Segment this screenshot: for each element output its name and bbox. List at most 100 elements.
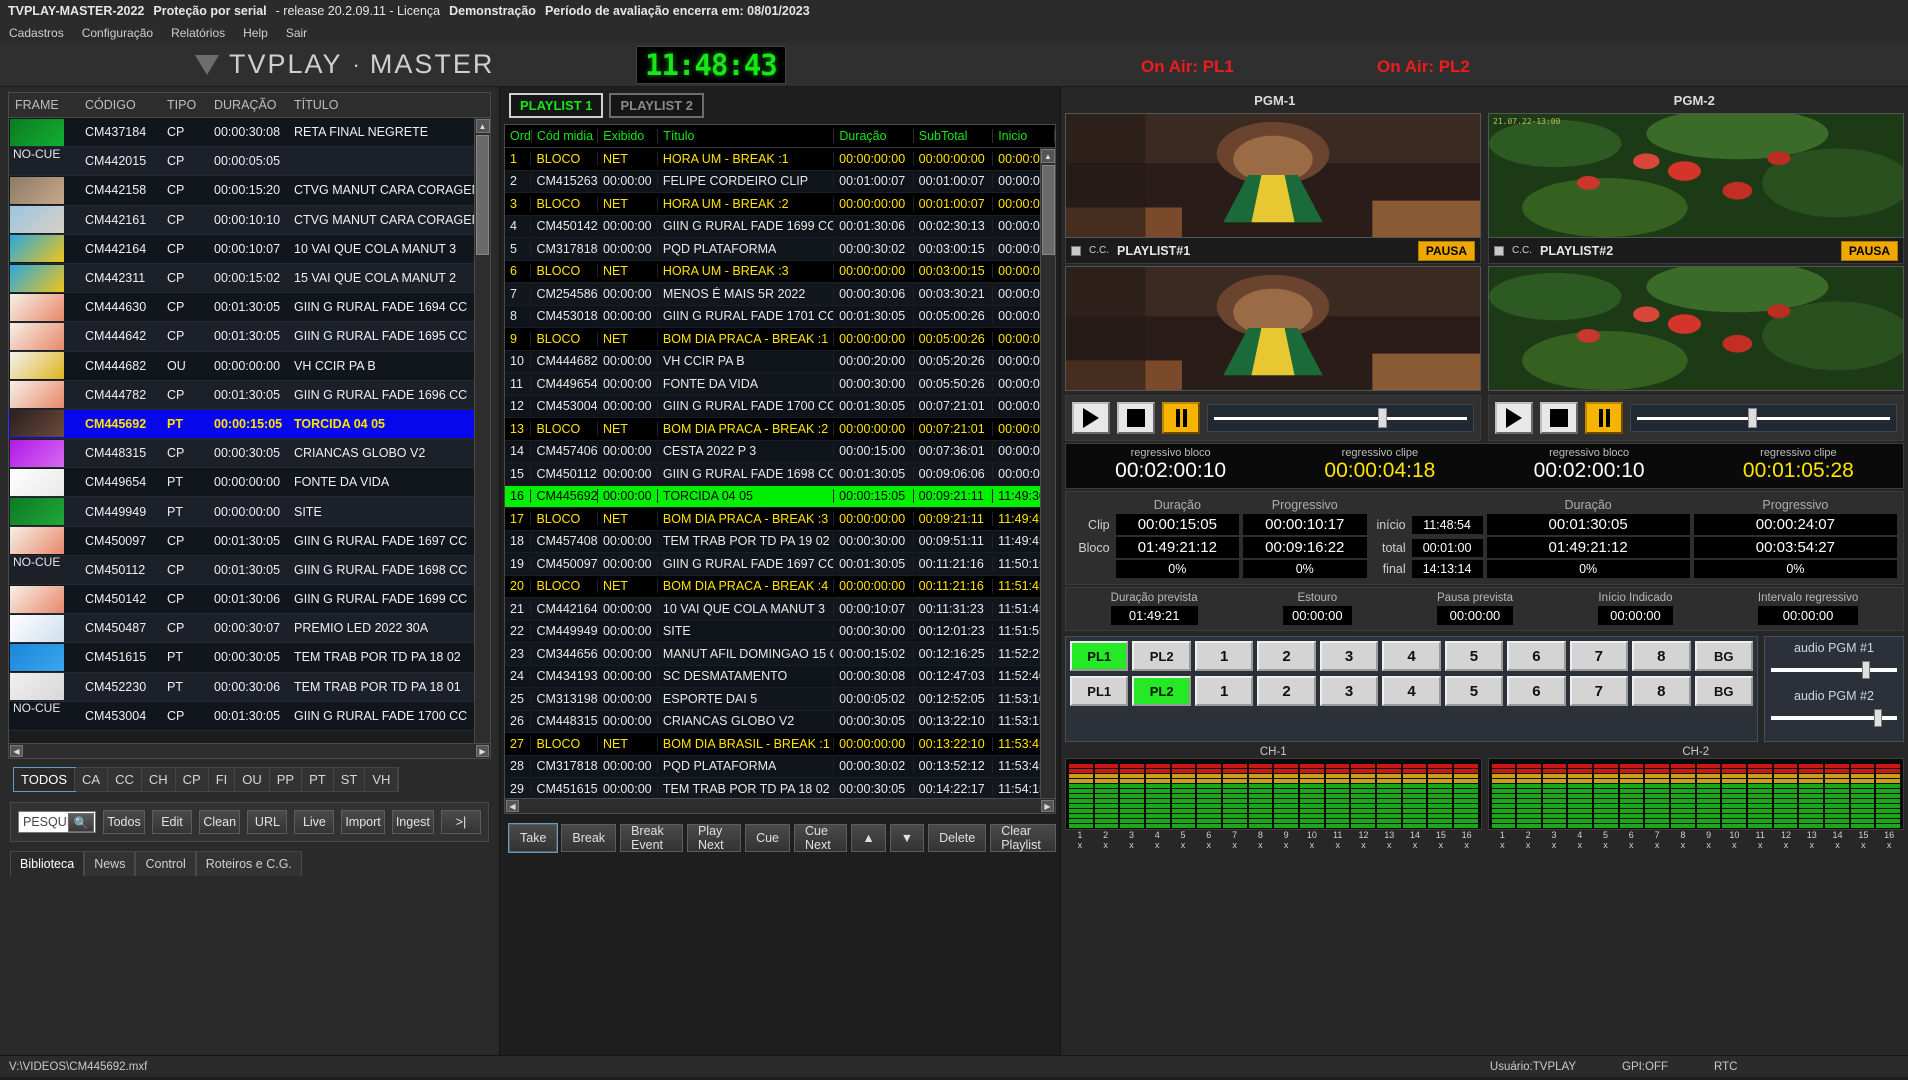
menu-item-cadastros[interactable]: Cadastros [9, 26, 64, 40]
type-filter-cp[interactable]: CP [175, 768, 209, 791]
library-row[interactable]: CM442158 CP 00:00:15:20 CTVG MANUT CARA COR… [9, 176, 490, 206]
playlist-row[interactable]: 18 CM457408 00:00:00 TEM TRAB POR TD PA 19 … [505, 530, 1055, 553]
channel-button-4[interactable]: 4 [1382, 641, 1441, 671]
playlist-scroll-thumb[interactable] [1041, 165, 1055, 255]
playlist-vertical-scrollbar[interactable]: ▲ [1040, 148, 1055, 798]
channel-button-5[interactable]: 5 [1444, 641, 1504, 671]
playlist-tabs[interactable]: PLAYLIST 1 PLAYLIST 2 [509, 93, 1056, 118]
btn-ingest[interactable]: Ingest [391, 810, 435, 834]
playlist-row[interactable]: 17 BLOCO NET BOM DIA PRACA - BREAK :3 00:00:… [505, 508, 1055, 531]
library-row[interactable]: CM437184 CP 00:00:30:08 RETA FINAL NEGRETE [9, 118, 490, 148]
meter-mute-toggle[interactable]: x [1197, 840, 1221, 850]
playlist-row[interactable]: 7 CM254586 00:00:00 MENOS É MAIS 5R 2022 00:… [505, 283, 1055, 306]
search-input[interactable]: PESQUISA 🔍 [18, 811, 97, 833]
type-filter-bar[interactable]: TODOS CA CC CH CP FI OU PP PT ST VH [13, 767, 400, 792]
pause-button-1[interactable] [1162, 402, 1200, 434]
playlist-row[interactable]: 20 BLOCO NET BOM DIA PRACA - BREAK :4 00:00:… [505, 575, 1055, 598]
playlist-btn-delete[interactable]: Delete [928, 824, 987, 852]
playlist-row[interactable]: 15 CM450112 00:00:00 GIIN G RURAL FADE 1698… [505, 463, 1055, 486]
meter-mute-toggle[interactable]: x [1774, 840, 1798, 850]
meter-mute-toggle[interactable]: x [1877, 840, 1901, 850]
meter-mute-toggle[interactable]: x [1248, 840, 1272, 850]
playlist-btn-clear-playlist[interactable]: Clear Playlist [990, 824, 1056, 852]
playlist-btn-take[interactable]: Take [507, 823, 559, 853]
playlist-btn-cue[interactable]: Cue [745, 824, 791, 852]
playlist-row[interactable]: 24 CM434193 00:00:00 SC DESMATAMENTO 00:00:3… [505, 665, 1055, 688]
playlist-row[interactable]: 12 CM453004 00:00:00 GIIN G RURAL FADE 1700… [505, 395, 1055, 418]
type-filter-todos[interactable]: TODOS [13, 767, 76, 792]
audio-slider-knob[interactable] [1861, 661, 1870, 679]
library-vertical-scrollbar[interactable]: ▲ [474, 118, 490, 743]
library-row[interactable]: CM450487 CP 00:00:30:07 PREMIO LED 2022 30A [9, 614, 490, 644]
type-filter-ca[interactable]: CA [75, 768, 109, 791]
channel-button-2[interactable]: 2 [1257, 676, 1316, 706]
channel-button-8[interactable]: 8 [1632, 641, 1691, 671]
library-row[interactable]: CM444630 CP 00:01:30:05 GIIN G RURAL FADE 1… [9, 293, 490, 323]
search-icon[interactable]: 🔍 [68, 813, 95, 832]
meter-mute-toggle[interactable]: x [1145, 840, 1169, 850]
meter-mute-toggle[interactable]: x [1619, 840, 1643, 850]
playlist-row[interactable]: 11 CM449654 00:00:00 FONTE DA VIDA 00:00:30:… [505, 373, 1055, 396]
audio-pgm-1-slider[interactable] [1771, 657, 1897, 683]
meter-mute-toggle[interactable]: x [1068, 840, 1092, 850]
meter-mute-toggle[interactable]: x [1326, 840, 1350, 850]
playlist-row[interactable]: 25 CM313198 00:00:00 ESPORTE DAI 5 00:00:05:… [505, 688, 1055, 711]
type-filter-ou[interactable]: OU [235, 768, 270, 791]
channel-row-1[interactable]: PL1 PL2 1 2 3 4 5 6 7 8 BG [1070, 641, 1753, 671]
playlist-row[interactable]: 5 CM317818 00:00:00 PQD PLATAFORMA 00:00:30:… [505, 238, 1055, 261]
playlist-btn-break-event[interactable]: Break Event [620, 824, 683, 852]
playlist-btn-break[interactable]: Break [561, 824, 617, 852]
playlist-row[interactable]: 4 CM450142 00:00:00 GIIN G RURAL FADE 1699 … [505, 215, 1055, 238]
stop-button-2[interactable] [1540, 402, 1578, 434]
playlist-table-body[interactable]: 1 BLOCO NET HORA UM - BREAK :1 00:00:00:00 00… [505, 148, 1055, 798]
playlist-row[interactable]: 26 CM448315 00:00:00 CRIANCAS GLOBO V2 00:00… [505, 710, 1055, 733]
playlist-row[interactable]: 13 BLOCO NET BOM DIA PRACA - BREAK :2 00:00:… [505, 418, 1055, 441]
playlist-row[interactable]: 16 CM445692 00:00:00 TORCIDA 04 05 00:00:15:… [505, 485, 1055, 508]
library-row[interactable]: CM451615 PT 00:00:30:05 TEM TRAB POR TD PA … [9, 643, 490, 673]
channel-button-6[interactable]: 6 [1507, 641, 1566, 671]
channel-button-pl1[interactable]: PL1 [1070, 641, 1129, 671]
meter-mute-toggle[interactable]: x [1800, 840, 1824, 850]
playlist-btn-cue-next[interactable]: Cue Next [794, 824, 848, 852]
playlist-row[interactable]: 10 CM444682 00:00:00 VH CCIR PA B 00:00:20:0… [505, 350, 1055, 373]
meter-mute-toggle[interactable]: x [1748, 840, 1772, 850]
playlist-btn-play-next[interactable]: Play Next [686, 824, 742, 852]
meter-mute-toggle[interactable]: x [1455, 840, 1479, 850]
meter-mute-toggle[interactable]: x [1223, 840, 1247, 850]
playlist-row[interactable]: 27 BLOCO NET BOM DIA BRASIL - BREAK :1 00:00… [505, 733, 1055, 756]
playlist-row[interactable]: 9 BLOCO NET BOM DIA PRACA - BREAK :1 00:00:0… [505, 328, 1055, 351]
preview-1-video[interactable] [1065, 266, 1481, 391]
btn-edit[interactable]: Edit [151, 810, 192, 834]
bottom-tab-news[interactable]: News [84, 851, 136, 876]
playlist-scroll-right-icon[interactable]: ▶ [1041, 800, 1054, 812]
playlist-btn-[interactable]: ▲ [851, 824, 886, 852]
btn-url[interactable]: URL [247, 810, 288, 834]
library-bottom-tabs[interactable]: Biblioteca News Control Roteiros e C.G. [10, 851, 499, 876]
play-button-2[interactable] [1495, 402, 1533, 434]
playlist-row[interactable]: 3 BLOCO NET HORA UM - BREAK :2 00:00:00:00 00… [505, 193, 1055, 216]
scroll-up-icon[interactable]: ▲ [475, 119, 490, 133]
channel-button-bg[interactable]: BG [1694, 676, 1753, 706]
library-row[interactable]: NO-CUE CM453004 CP 00:01:30:05 GIIN G RURAL … [9, 701, 490, 731]
library-row[interactable]: CM442161 CP 00:00:10:10 CTVG MANUT CARA COR… [9, 205, 490, 235]
playlist-row[interactable]: 6 BLOCO NET HORA UM - BREAK :3 00:00:00:00 00… [505, 260, 1055, 283]
slider-knob[interactable] [1377, 408, 1387, 428]
library-row[interactable]: CM452230 PT 00:00:30:06 TEM TRAB POR TD PA … [9, 672, 490, 702]
playlist-row[interactable]: 8 CM453018 00:00:00 GIIN G RURAL FADE 1701 … [505, 305, 1055, 328]
menu-item-relatorios[interactable]: Relatórios [171, 26, 225, 40]
menu-item-configuracao[interactable]: Configuração [82, 26, 153, 40]
library-row[interactable]: CM442164 CP 00:00:10:07 10 VAI QUE COLA MAN… [9, 234, 490, 264]
library-row[interactable]: CM442311 CP 00:00:15:02 15 VAI QUE COLA MAN… [9, 263, 490, 294]
meter-ch1-mutes[interactable]: xxxxxxxxxxxxxxxx [1065, 840, 1482, 850]
channel-button-pl2[interactable]: PL2 [1132, 641, 1191, 671]
playlist-row[interactable]: 23 CM344656 00:00:00 MANUT AFIL DOMINGAO 15… [505, 643, 1055, 666]
tab-playlist-1[interactable]: PLAYLIST 1 [509, 93, 604, 118]
btn-live[interactable]: Live [294, 810, 335, 834]
bottom-tab-roteiros-e-c-g-[interactable]: Roteiros e C.G. [195, 851, 302, 876]
type-filter-fi[interactable]: FI [208, 768, 236, 791]
btn-import[interactable]: Import [341, 810, 385, 834]
playlist-row[interactable]: 21 CM442164 00:00:00 10 VAI QUE COLA MANUT … [505, 598, 1055, 621]
meter-mute-toggle[interactable]: x [1516, 840, 1540, 850]
channel-button-bg[interactable]: BG [1694, 641, 1753, 671]
channel-button-7[interactable]: 7 [1569, 641, 1629, 671]
